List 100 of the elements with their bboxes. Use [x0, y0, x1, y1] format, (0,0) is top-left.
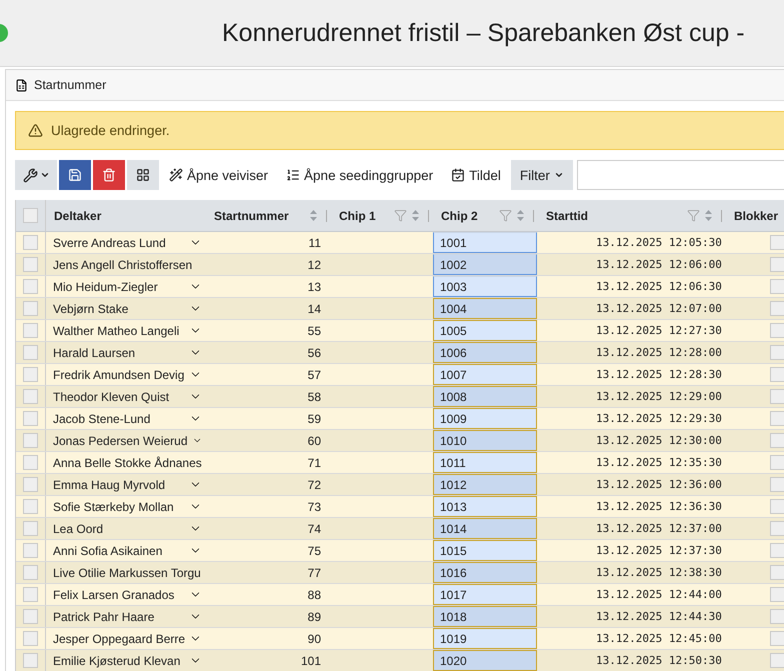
save-button[interactable]	[59, 160, 91, 190]
calendar-check-icon	[451, 168, 466, 182]
select-all-checkbox[interactable]	[23, 208, 38, 223]
block-checkbox[interactable]	[770, 389, 784, 404]
block-checkbox[interactable]	[770, 477, 784, 492]
participant-name: Theodor Kleven Quist	[53, 390, 170, 404]
chip-input[interactable]: 1011	[433, 452, 537, 473]
chip-input[interactable]: 1020	[433, 650, 537, 671]
filter-icon[interactable]	[687, 209, 700, 222]
block-checkbox[interactable]	[770, 521, 784, 536]
start-number-cell: 56	[308, 346, 321, 360]
chip-input[interactable]: 1002	[433, 254, 537, 275]
row-checkbox[interactable]	[23, 587, 38, 602]
chip-input[interactable]: 1010	[433, 430, 537, 451]
chip-input[interactable]: 1009	[433, 408, 537, 429]
row-checkbox[interactable]	[23, 631, 38, 646]
block-checkbox[interactable]	[770, 499, 784, 514]
row-checkbox[interactable]	[23, 279, 38, 294]
chip-input[interactable]: 1017	[433, 584, 537, 605]
chip-input[interactable]: 1007	[433, 364, 537, 385]
seeding-groups-button[interactable]: Åpne seedinggrupper	[278, 160, 442, 190]
row-checkbox[interactable]	[23, 499, 38, 514]
block-checkbox[interactable]	[770, 257, 784, 272]
chip-input[interactable]: 1006	[433, 342, 537, 363]
chip-input[interactable]: 1019	[433, 628, 537, 649]
row-checkbox[interactable]	[23, 257, 38, 272]
start-time-cell: 13.12.2025 12:50:30	[596, 654, 722, 667]
sort-icon[interactable]	[704, 209, 713, 222]
participant-name: Harald Laursen	[53, 346, 136, 360]
block-checkbox[interactable]	[770, 345, 784, 360]
block-checkbox[interactable]	[770, 235, 784, 250]
block-checkbox[interactable]	[770, 609, 784, 624]
row-checkbox[interactable]	[23, 543, 38, 558]
row-checkbox[interactable]	[23, 411, 38, 426]
tools-button[interactable]	[15, 160, 57, 190]
block-checkbox[interactable]	[770, 433, 784, 448]
chip-input[interactable]: 1012	[433, 474, 537, 495]
chip-input[interactable]: 1004	[433, 298, 537, 319]
start-time-cell: 13.12.2025 12:36:30	[596, 500, 722, 513]
block-checkbox[interactable]	[770, 455, 784, 470]
row-checkbox[interactable]	[23, 345, 38, 360]
row-checkbox[interactable]	[23, 609, 38, 624]
column-header[interactable]: Startnummer	[214, 208, 305, 222]
row-checkbox[interactable]	[23, 367, 38, 382]
row-checkbox[interactable]	[23, 455, 38, 470]
sort-icon[interactable]	[309, 209, 318, 222]
chip-input[interactable]: 1018	[433, 606, 537, 627]
row-checkbox[interactable]	[23, 653, 38, 668]
start-number-cell: 88	[308, 588, 321, 602]
chip-input[interactable]: 1005	[433, 320, 537, 341]
start-number-cell: 71	[308, 456, 321, 470]
assign-button[interactable]: Tildel	[443, 160, 509, 190]
block-checkbox[interactable]	[770, 301, 784, 316]
block-checkbox[interactable]	[770, 653, 784, 668]
participant-name: Mio Heidum-Ziegler	[53, 280, 159, 294]
column-header[interactable]: Starttid	[546, 208, 683, 222]
row-checkbox[interactable]	[23, 235, 38, 250]
row-checkbox[interactable]	[23, 301, 38, 316]
filter-icon[interactable]	[499, 209, 512, 222]
start-time-cell: 13.12.2025 12:06:30	[596, 280, 722, 293]
chip-input[interactable]: 1008	[433, 386, 537, 407]
chip-input[interactable]: 1015	[433, 540, 537, 561]
block-checkbox[interactable]	[770, 565, 784, 580]
column-header[interactable]: Chip 1	[339, 208, 390, 222]
participant-name: Jesper Oppegaard Berre	[53, 632, 186, 646]
participant-name: Sverre Andreas Lund	[53, 236, 167, 250]
sort-icon[interactable]	[516, 209, 525, 222]
block-checkbox[interactable]	[770, 587, 784, 602]
start-time-cell: 13.12.2025 12:05:30	[596, 236, 722, 249]
delete-button[interactable]	[93, 160, 125, 190]
filter-icon[interactable]	[394, 209, 407, 222]
chip-input[interactable]: 1013	[433, 496, 537, 517]
participant-name: Patrick Pahr Haare	[53, 610, 156, 624]
search-field[interactable]	[576, 160, 784, 190]
wizard-button[interactable]: Åpne veiviser	[161, 160, 276, 190]
chip-input[interactable]: 1014	[433, 518, 537, 539]
block-checkbox[interactable]	[770, 411, 784, 426]
row-checkbox[interactable]	[23, 521, 38, 536]
row-checkbox[interactable]	[23, 323, 38, 338]
chip-input[interactable]: 1003	[433, 276, 537, 297]
block-checkbox[interactable]	[770, 543, 784, 558]
chip-input[interactable]: 1016	[433, 562, 537, 583]
row-checkbox[interactable]	[23, 565, 38, 580]
row-checkbox[interactable]	[23, 433, 38, 448]
start-time-cell: 13.12.2025 12:30:00	[596, 434, 722, 447]
row-checkbox[interactable]	[23, 477, 38, 492]
row-checkbox[interactable]	[23, 389, 38, 404]
column-header[interactable]: Blokker	[734, 208, 782, 222]
block-checkbox[interactable]	[770, 279, 784, 294]
column-header[interactable]: Chip 2	[441, 208, 495, 222]
block-checkbox[interactable]	[770, 323, 784, 338]
start-time-cell: 13.12.2025 12:36:00	[596, 478, 722, 491]
start-time-cell: 13.12.2025 12:29:00	[596, 390, 722, 403]
block-checkbox[interactable]	[770, 367, 784, 382]
sort-icon[interactable]	[411, 209, 420, 222]
add-grid-button[interactable]	[127, 160, 159, 190]
column-header[interactable]: Deltaker	[54, 208, 202, 222]
chip-input[interactable]: 1001	[433, 232, 537, 253]
block-checkbox[interactable]	[770, 631, 784, 646]
filter-button[interactable]: Filter	[510, 160, 573, 190]
